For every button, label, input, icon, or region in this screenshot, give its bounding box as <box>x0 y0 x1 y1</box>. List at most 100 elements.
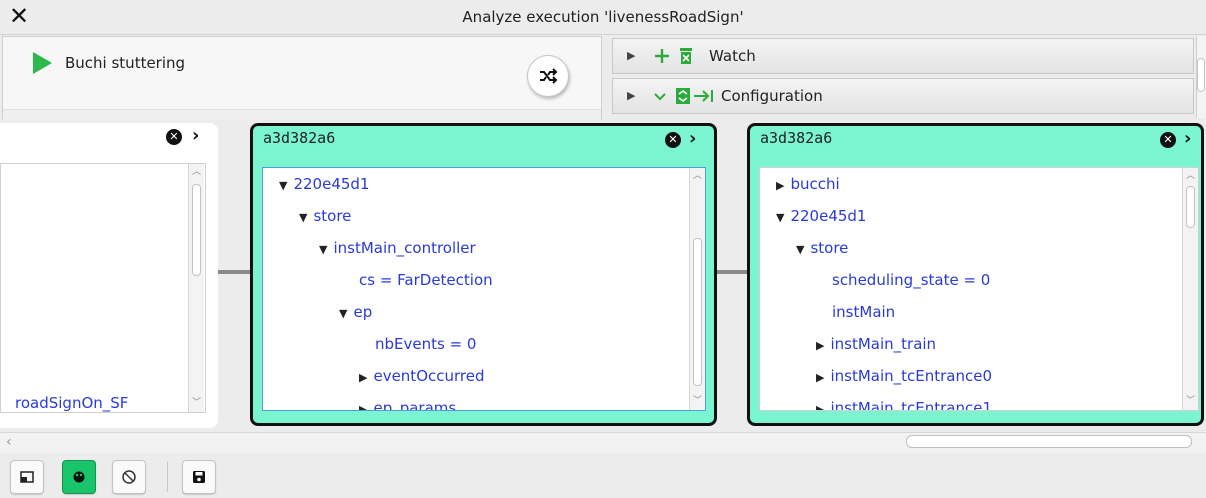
block-button[interactable] <box>112 460 146 494</box>
trash-icon[interactable] <box>679 47 693 65</box>
tree-item[interactable]: ▼ 220e45d1 <box>279 174 369 196</box>
tree-item-label: instMain_train <box>830 335 937 353</box>
shuffle-button[interactable] <box>527 55 569 97</box>
palette-icon <box>73 471 85 483</box>
expand-arrow-icon[interactable]: ▶ <box>816 339 824 352</box>
tree-item[interactable]: ▶ bucchi <box>776 174 840 196</box>
configuration-label: Configuration <box>721 87 823 105</box>
palette-button[interactable] <box>62 460 96 494</box>
edge-connector <box>715 270 749 274</box>
tree-item-label: instMain <box>832 303 896 321</box>
side-accordion: ▶ Watch ▶ Configuration <box>612 36 1194 118</box>
chevron-right-icon[interactable]: › <box>1184 129 1191 149</box>
tree-item-label: eventOccurred <box>373 367 485 385</box>
tree-item[interactable]: ▶ ep_params <box>359 398 457 411</box>
accordion-scrollbar-thumb[interactable] <box>1197 58 1205 92</box>
expand-arrow-icon[interactable]: ▶ <box>359 371 367 384</box>
state-tree[interactable]: ▶ bucchi ▼ 220e45d1 ▼ store scheduling_state =… <box>759 167 1199 411</box>
tree-item[interactable]: scheduling_state = 0 <box>832 270 990 290</box>
tree-item[interactable]: ▶ eventOccurred <box>359 366 485 388</box>
edge-connector <box>218 270 252 274</box>
window-icon <box>20 471 34 483</box>
layout-button[interactable] <box>10 460 44 494</box>
tree-item[interactable]: roadSignOn_SF <box>15 393 128 412</box>
floppy-icon <box>193 471 205 483</box>
expand-arrow-icon[interactable]: ▶ <box>627 39 635 73</box>
tree-item[interactable]: ▼ store <box>299 206 351 228</box>
chevron-right-icon[interactable]: › <box>689 129 696 149</box>
state-tree[interactable]: roadSignOn_SF <box>0 163 206 413</box>
tree-item[interactable]: nbEvents = 0 <box>375 334 476 354</box>
state-node-right[interactable]: a3d382a6 ✕ › ▶ bucchi ▼ 220e45d1 ▼ store sched… <box>747 123 1204 426</box>
tree-item[interactable]: ▼ instMain_controller <box>319 238 476 260</box>
bottom-toolbar <box>0 453 1206 498</box>
tree-item-label: instMain_controller <box>333 239 476 257</box>
tree-item[interactable]: cs = FarDetection <box>359 270 493 290</box>
collapse-arrow-icon[interactable]: ▼ <box>319 243 327 256</box>
close-node-icon[interactable]: ✕ <box>166 129 182 145</box>
watch-label: Watch <box>709 47 756 65</box>
node-title: a3d382a6 <box>263 129 336 147</box>
mode-panel: Buchi stuttering <box>2 36 602 120</box>
tree-item-label: instMain_tcEntrance1 <box>830 399 993 411</box>
panel-footer <box>3 109 601 120</box>
collapse-arrow-icon[interactable]: ▼ <box>339 307 347 320</box>
collapse-arrow-icon[interactable]: ▼ <box>279 179 287 192</box>
tree-item-label: ep_params <box>373 399 457 411</box>
tree-scrollbar[interactable]: ︿ ﹀ <box>1182 168 1198 410</box>
collapse-arrow-icon[interactable]: ▼ <box>776 211 784 224</box>
tree-item-label: store <box>810 239 849 257</box>
shuffle-icon <box>540 68 558 84</box>
tree-item[interactable]: instMain <box>832 302 895 322</box>
tree-scrollbar[interactable]: ︿ ﹀ <box>689 168 705 410</box>
toolbar-divider <box>167 462 168 492</box>
close-node-icon[interactable]: ✕ <box>665 132 681 148</box>
scroll-left-icon[interactable]: ‹ <box>6 434 12 450</box>
chevron-down-icon[interactable] <box>653 91 667 103</box>
tree-item-label: bucchi <box>790 175 840 193</box>
tree-scrollbar[interactable]: ︿ ﹀ <box>188 164 204 412</box>
state-node-left[interactable]: ✕ › roadSignOn_SF ︿ ﹀ <box>0 123 218 428</box>
tree-scrollbar-thumb[interactable] <box>693 238 702 386</box>
tree-item[interactable]: ▼ 220e45d1 <box>776 206 866 228</box>
expand-all-icon[interactable] <box>675 87 691 105</box>
configuration-section-header[interactable]: ▶ Configuration <box>612 78 1194 114</box>
tree-scrollbar-thumb[interactable] <box>192 184 201 276</box>
tree-item-label: 220e45d1 <box>293 175 370 193</box>
collapse-arrow-icon[interactable]: ▼ <box>796 243 804 256</box>
play-icon[interactable] <box>33 52 52 74</box>
block-icon <box>122 470 136 484</box>
expand-arrow-icon[interactable]: ▶ <box>816 371 824 384</box>
expand-arrow-icon[interactable]: ▶ <box>627 79 635 113</box>
tree-item-label: 220e45d1 <box>790 207 867 225</box>
state-graph-canvas[interactable]: ✕ › roadSignOn_SF ︿ ﹀ a3d382a6 ✕ › ▼ 220e… <box>0 121 1206 434</box>
jump-to-end-icon[interactable] <box>693 87 715 105</box>
watch-section-header[interactable]: ▶ Watch <box>612 38 1194 74</box>
tree-item-label: store <box>313 207 352 225</box>
tree-item[interactable]: ▶ instMain_tcEntrance0 <box>816 366 992 388</box>
tree-item-label: nbEvents = 0 <box>375 335 477 353</box>
tree-item[interactable]: ▶ instMain_tcEntrance1 <box>816 398 993 411</box>
tree-item-label: scheduling_state = 0 <box>832 271 991 289</box>
tree-scrollbar-thumb[interactable] <box>1186 186 1195 228</box>
chevron-right-icon[interactable]: › <box>192 126 199 146</box>
save-button[interactable] <box>182 460 216 494</box>
expand-arrow-icon[interactable]: ▶ <box>776 179 784 192</box>
close-node-icon[interactable]: ✕ <box>1160 132 1176 148</box>
collapse-arrow-icon[interactable]: ▼ <box>299 211 307 224</box>
state-node-middle[interactable]: a3d382a6 ✕ › ▼ 220e45d1 ▼ store ▼ instMain_co… <box>250 123 717 426</box>
tree-item[interactable]: ▼ ep <box>339 302 372 324</box>
expand-arrow-icon[interactable]: ▶ <box>816 403 824 410</box>
window-title: Analyze execution 'livenessRoadSign' <box>462 8 744 26</box>
tree-item[interactable]: ▼ store <box>796 238 848 260</box>
horizontal-scrollbar-thumb[interactable] <box>906 435 1192 448</box>
tree-item-label: cs = FarDetection <box>359 271 493 289</box>
tree-item-label: instMain_tcEntrance0 <box>830 367 993 385</box>
state-tree[interactable]: ▼ 220e45d1 ▼ store ▼ instMain_controllercs = … <box>262 167 706 411</box>
tree-item[interactable]: ▶ instMain_train <box>816 334 936 356</box>
node-title: a3d382a6 <box>760 129 833 147</box>
expand-arrow-icon[interactable]: ▶ <box>359 403 367 410</box>
tree-item-label: ep <box>353 303 373 321</box>
mode-label: Buchi stuttering <box>65 54 186 72</box>
add-icon[interactable] <box>653 47 671 65</box>
